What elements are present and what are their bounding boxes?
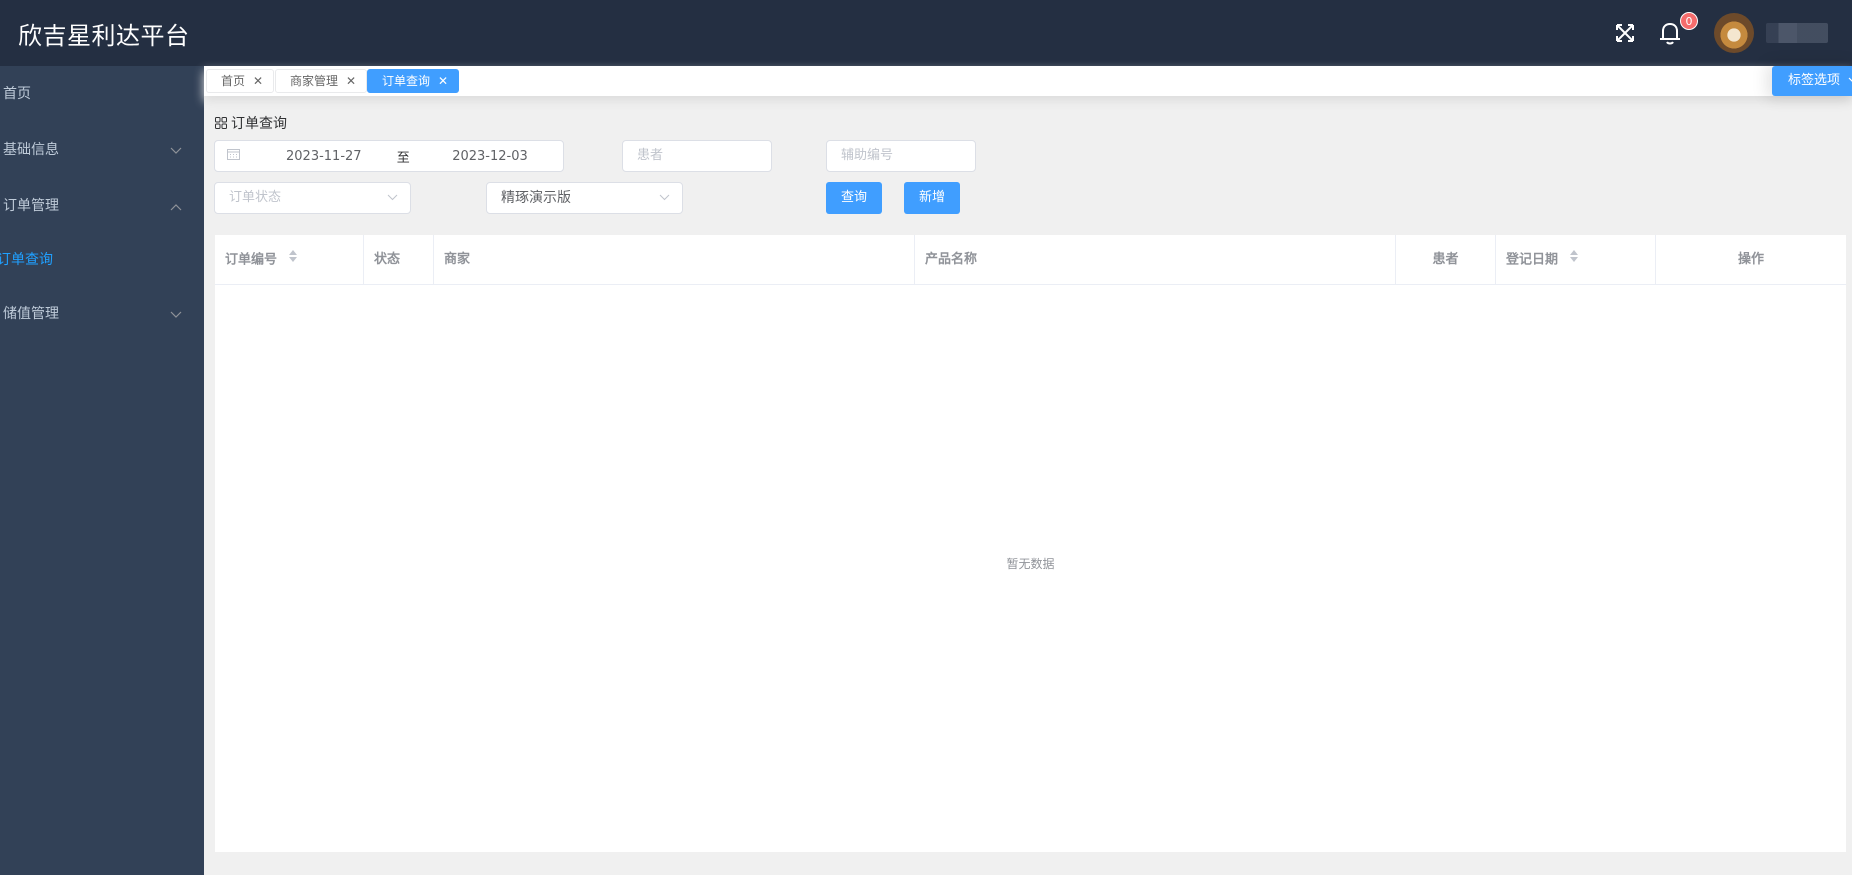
orders-table: 订单编号 状态 商家 产品名称 患者 登记日期 操作 暂无数据 xyxy=(215,235,1846,852)
sidebar-item-order-query[interactable]: 订单查询 xyxy=(0,234,204,286)
username-blurred[interactable] xyxy=(1766,23,1828,43)
sort-icon[interactable] xyxy=(1569,235,1579,285)
user-avatar[interactable] xyxy=(1714,13,1754,53)
sidebar-item-label: 首页 xyxy=(3,86,31,102)
table-header: 订单编号 状态 商家 产品名称 患者 登记日期 操作 xyxy=(215,235,1846,285)
breadcrumb: 订单查询 xyxy=(215,113,287,133)
order-status-select[interactable]: 订单状态 xyxy=(214,182,411,214)
aux-number-placeholder: 辅助编号 xyxy=(841,148,894,163)
patient-placeholder: 患者 xyxy=(637,148,664,163)
column-register-date[interactable]: 登记日期 xyxy=(1496,235,1656,285)
header-actions: 0 xyxy=(1614,0,1852,66)
date-end-input[interactable]: 2023-12-03 xyxy=(452,149,563,164)
column-status: 状态 xyxy=(364,235,434,285)
tag-options-label: 标签选项 xyxy=(1788,73,1841,88)
fullscreen-icon[interactable] xyxy=(1614,22,1636,44)
breadcrumb-label: 订单查询 xyxy=(231,116,287,132)
tag-home[interactable]: 首页 ✕ xyxy=(206,69,275,93)
aux-number-input[interactable]: 辅助编号 xyxy=(826,140,976,172)
close-icon[interactable]: ✕ xyxy=(346,70,356,92)
tags-bar: 首页 ✕ 商家管理 ✕ 订单查询 ✕ 标签选项 xyxy=(204,66,1852,96)
chevron-down-icon xyxy=(170,122,182,178)
column-actions: 操作 xyxy=(1656,235,1846,285)
chevron-down-icon xyxy=(170,286,182,342)
column-order-number[interactable]: 订单编号 xyxy=(215,235,364,285)
notification-button[interactable]: 0 xyxy=(1658,12,1698,46)
date-separator: 至 xyxy=(396,150,410,166)
tag-label: 商家管理 xyxy=(290,74,339,88)
notification-badge: 0 xyxy=(1680,12,1698,30)
add-button[interactable]: 新增 xyxy=(904,182,960,214)
column-patient: 患者 xyxy=(1396,235,1496,285)
close-icon[interactable]: ✕ xyxy=(253,70,263,92)
chevron-up-icon xyxy=(170,178,182,234)
sidebar-item-label: 订单管理 xyxy=(3,198,59,214)
app-title: 欣吉星利达平台 xyxy=(18,22,190,50)
sort-icon[interactable] xyxy=(288,235,298,285)
tag-label: 订单查询 xyxy=(382,74,431,88)
sidebar-item-label: 基础信息 xyxy=(3,142,59,158)
tag-order-query[interactable]: 订单查询 ✕ xyxy=(367,69,460,93)
tag-label: 首页 xyxy=(221,74,246,88)
chevron-down-icon xyxy=(1844,73,1852,88)
column-label: 操作 xyxy=(1737,252,1764,267)
search-button[interactable]: 查询 xyxy=(826,182,882,214)
column-label: 产品名称 xyxy=(925,252,978,267)
sidebar-item-label: 订单查询 xyxy=(0,252,53,268)
column-label: 订单编号 xyxy=(225,252,278,268)
tag-merchant-management[interactable]: 商家管理 ✕ xyxy=(275,69,368,93)
date-range-picker[interactable]: 2023-11-27 至 2023-12-03 xyxy=(214,140,564,172)
sidebar-item-stored-value[interactable]: 储值管理 xyxy=(0,286,204,342)
sidebar-item-basic-info[interactable]: 基础信息 xyxy=(0,122,204,178)
chevron-down-icon xyxy=(659,183,670,213)
calendar-icon xyxy=(227,148,240,164)
order-status-placeholder: 订单状态 xyxy=(229,190,282,205)
sidebar-item-label: 储值管理 xyxy=(3,306,59,322)
version-select[interactable]: 精琢演示版 xyxy=(486,182,683,214)
column-merchant: 商家 xyxy=(434,235,915,285)
empty-state-text: 暂无数据 xyxy=(1006,557,1055,571)
version-selected: 精琢演示版 xyxy=(501,190,571,206)
grid-icon xyxy=(215,117,227,129)
patient-input[interactable]: 患者 xyxy=(622,140,772,172)
top-header: 欣吉星利达平台 0 xyxy=(0,0,1852,66)
date-start-input[interactable]: 2023-11-27 xyxy=(286,149,397,164)
column-label: 状态 xyxy=(374,252,401,267)
column-label: 患者 xyxy=(1432,252,1459,267)
sidebar-item-order-management[interactable]: 订单管理 xyxy=(0,178,204,234)
sidebar: 首页 基础信息 订单管理 订单查询 储值管理 xyxy=(0,66,204,875)
column-label: 商家 xyxy=(444,252,471,267)
sidebar-item-home[interactable]: 首页 xyxy=(0,66,204,122)
close-icon[interactable]: ✕ xyxy=(438,70,448,92)
column-product-name: 产品名称 xyxy=(915,235,1396,285)
bell-icon xyxy=(1660,22,1680,45)
chevron-down-icon xyxy=(387,183,398,213)
tag-options-button[interactable]: 标签选项 xyxy=(1772,66,1852,96)
column-label: 登记日期 xyxy=(1506,252,1559,268)
